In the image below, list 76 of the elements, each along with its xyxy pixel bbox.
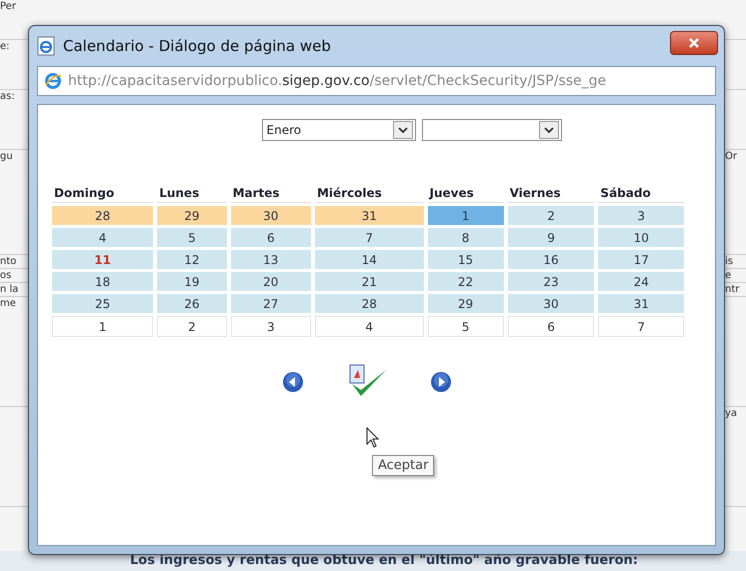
address-bar[interactable]: http://capacitaservidorpublico.sigep.gov.co/servlet/CheckSecurity/JSP/sse_ge [37,66,716,96]
browser-page-icon [37,36,55,56]
day-cell[interactable]: 29 [157,206,227,225]
day-cell[interactable]: 17 [598,250,684,269]
day-cell[interactable]: 23 [508,272,594,291]
page-text: gu [0,151,13,162]
day-cell[interactable]: 26 [157,294,227,313]
day-cell[interactable]: 16 [508,250,594,269]
day-cell[interactable]: 6 [230,228,311,247]
previous-icon[interactable] [282,371,304,393]
weekday-header: Viernes [508,184,594,203]
weekday-header: Jueves [428,184,504,203]
year-dropdown[interactable] [422,119,562,141]
page-text: is [725,256,733,267]
day-cell[interactable]: 28 [52,206,154,225]
day-cell[interactable]: 7 [598,316,684,337]
day-cell[interactable]: 21 [314,272,424,291]
day-cell[interactable]: 2 [508,206,594,225]
page-text: os [0,270,12,281]
day-cell[interactable]: 9 [508,228,594,247]
page-text: as: [0,91,15,102]
caret-icon [398,127,408,133]
weekday-header: Domingo [52,184,154,203]
close-icon [688,38,700,48]
cursor-icon [366,427,380,449]
next-icon[interactable] [430,371,452,393]
day-cell[interactable]: 31 [598,294,684,313]
day-cell[interactable]: 1 [428,206,504,225]
weekday-header: Miércoles [314,184,424,203]
weekday-header: Sábado [598,184,684,203]
day-cell[interactable]: 6 [508,316,594,337]
page-text: Or [725,151,737,162]
day-cell[interactable]: 3 [230,316,311,337]
day-cell[interactable]: 25 [52,294,154,313]
page-text: me [0,298,16,309]
day-cell[interactable]: 20 [230,272,311,291]
close-button[interactable] [670,31,718,55]
day-cell[interactable]: 30 [230,206,311,225]
browser-icon [44,72,62,90]
page-text: n la [0,284,18,295]
day-cell[interactable]: 19 [157,272,227,291]
day-cell[interactable]: 22 [428,272,504,291]
day-cell[interactable]: 29 [428,294,504,313]
day-cell[interactable]: 14 [314,250,424,269]
day-cell[interactable]: 30 [508,294,594,313]
day-cell[interactable]: 31 [314,206,424,225]
page-text: Per [0,1,16,12]
window-title: Calendario - Diálogo de página web [63,37,332,55]
day-cell[interactable]: 11 [52,250,154,269]
weekday-header: Martes [230,184,311,203]
page-text: e: [0,41,10,52]
day-cell[interactable]: 12 [157,250,227,269]
day-cell[interactable]: 8 [428,228,504,247]
day-cell[interactable]: 10 [598,228,684,247]
day-cell[interactable]: 7 [314,228,424,247]
day-cell[interactable]: 15 [428,250,504,269]
day-cell[interactable]: 3 [598,206,684,225]
day-cell[interactable]: 4 [314,316,424,337]
page-text: ntr [725,284,740,295]
page-text: ya [725,408,738,419]
day-cell[interactable]: 1 [52,316,154,337]
day-cell[interactable]: 2 [157,316,227,337]
caret-icon [544,127,554,133]
day-cell[interactable]: 28 [314,294,424,313]
tooltip: Aceptar [372,455,434,476]
day-cell[interactable]: 24 [598,272,684,291]
day-cell[interactable]: 18 [52,272,154,291]
day-cell[interactable]: 27 [230,294,311,313]
day-cell[interactable]: 5 [157,228,227,247]
month-dropdown[interactable]: Enero [262,119,416,141]
day-cell[interactable]: 4 [52,228,154,247]
day-cell[interactable]: 5 [428,316,504,337]
weekday-header: Lunes [157,184,227,203]
page-text: e [725,270,732,281]
day-cell[interactable]: 13 [230,250,311,269]
page-text: nto [0,256,16,267]
